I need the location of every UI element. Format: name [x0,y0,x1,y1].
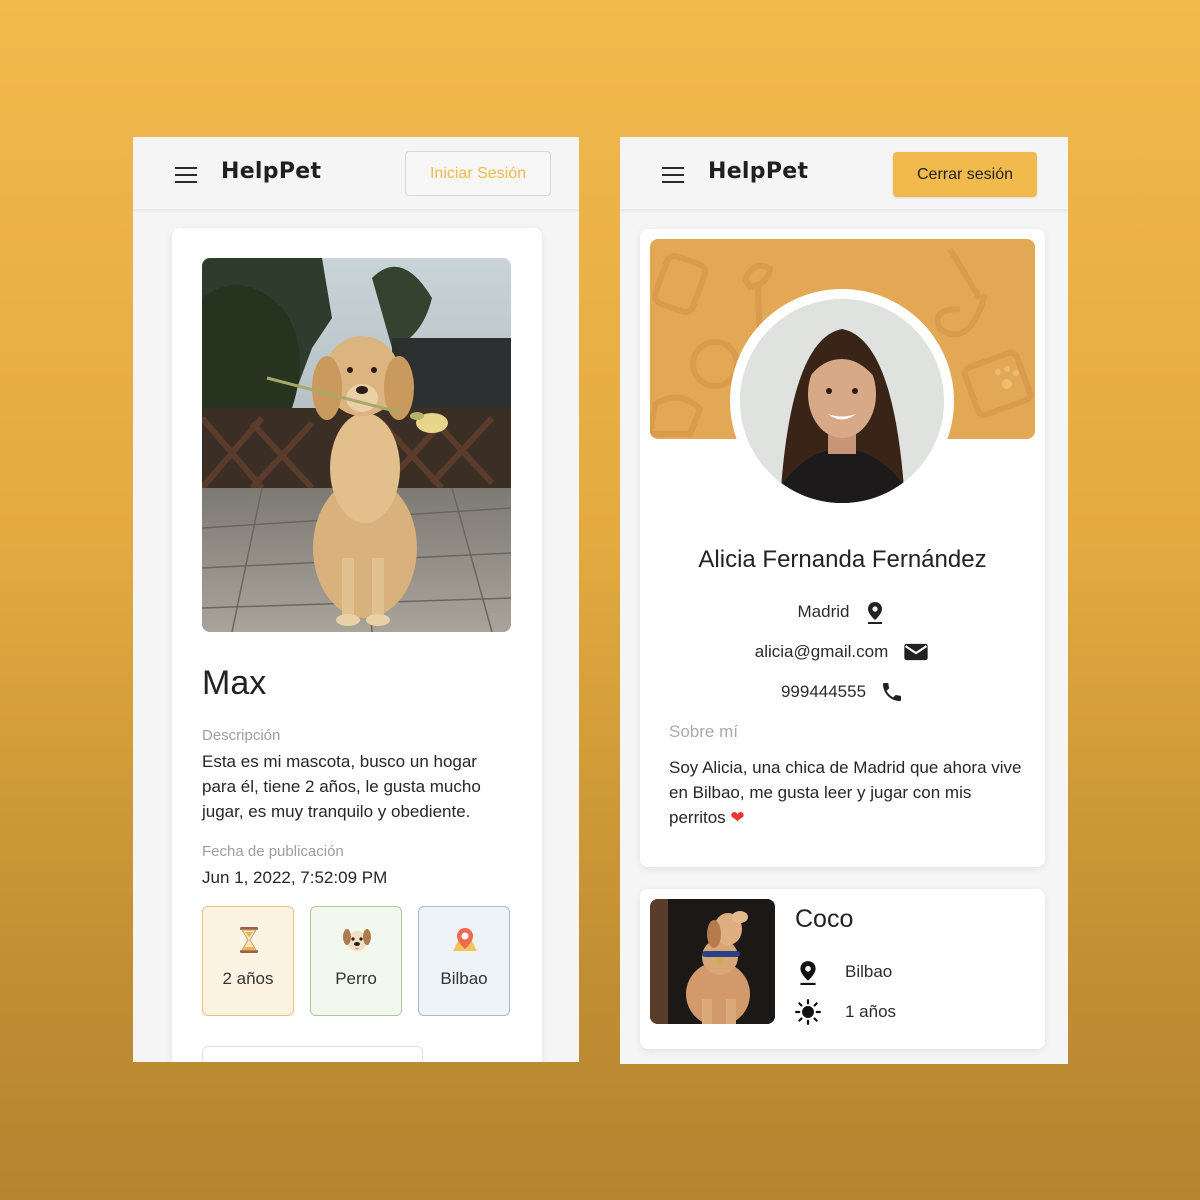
profile-name: Alicia Fernanda Fernández [698,546,987,573]
mail-icon [904,643,928,661]
profile-screen: HelpPet Cerrar sesión Alicia Fernanda Fe… [620,137,1068,1064]
sun-icon [795,999,821,1025]
city-chip: Bilbao [418,906,510,1016]
about-text: Soy Alicia, una chica de Madrid que ahor… [669,755,1029,830]
age-chip: 2 años [202,906,294,1016]
description-text: Esta es mi mascota, busco un hogar para … [202,752,481,821]
app-bar: HelpPet Iniciar Sesión [133,137,579,209]
pet-card-name: Coco [795,905,854,933]
pet-card-city-row: Bilbao [795,957,892,987]
phone-icon [883,683,902,701]
pet-thumbnail [650,899,775,1024]
about-body: Soy Alicia, una chica de Madrid que ahor… [669,758,1022,827]
dog-icon [342,925,372,955]
pet-card-city: Bilbao [845,962,893,981]
about-label: Sobre mí [669,722,738,741]
profile-phone-row: 999444555 [640,677,1045,707]
profile-city-row: Madrid [640,597,1045,627]
pet-name: Max [202,664,267,702]
date-label: Fecha de publicación [202,843,344,860]
pet-card-age-row: 1 años [795,997,896,1027]
profile-phone[interactable]: 999444555 [781,682,866,702]
app-bar: HelpPet Cerrar sesión [620,137,1068,209]
profile-city: Madrid [797,602,850,621]
type-chip: Perro [310,906,402,1016]
pet-card: Max Descripción Esta es mi mascota, busc… [172,228,542,1062]
app-title: HelpPet [221,159,322,184]
profile-email[interactable]: alicia@gmail.com [755,642,888,662]
type-label: Perro [335,969,377,988]
location-pin-icon [868,602,883,624]
date-text: Jun 1, 2022, 7:52:09 PM [202,868,388,887]
description-label: Descripción [202,727,281,744]
pet-card-age: 1 años [845,1002,897,1021]
heart-icon: ❤ [730,808,745,827]
location-pin-icon [800,961,816,985]
map-pin-icon [450,925,480,955]
avatar [740,299,944,503]
hourglass-icon [234,925,264,955]
menu-icon[interactable] [175,167,197,183]
pet-photo [202,258,511,632]
app-title: HelpPet [708,159,809,184]
pet-list-item[interactable]: Coco Bilbao 1 años [640,889,1045,1049]
city-label: Bilbao [440,969,488,988]
login-button[interactable]: Iniciar Sesión [405,151,551,196]
age-label: 2 años [222,969,274,988]
profile-email-row: alicia@gmail.com [640,637,1045,667]
menu-icon[interactable] [662,167,684,183]
bottom-input-field[interactable] [202,1046,423,1062]
profile-card: Alicia Fernanda Fernández Madrid alicia@… [640,229,1045,867]
logout-button[interactable]: Cerrar sesión [893,152,1037,197]
pet-detail-screen: HelpPet Iniciar Sesión Max Descripción E… [133,137,579,1062]
